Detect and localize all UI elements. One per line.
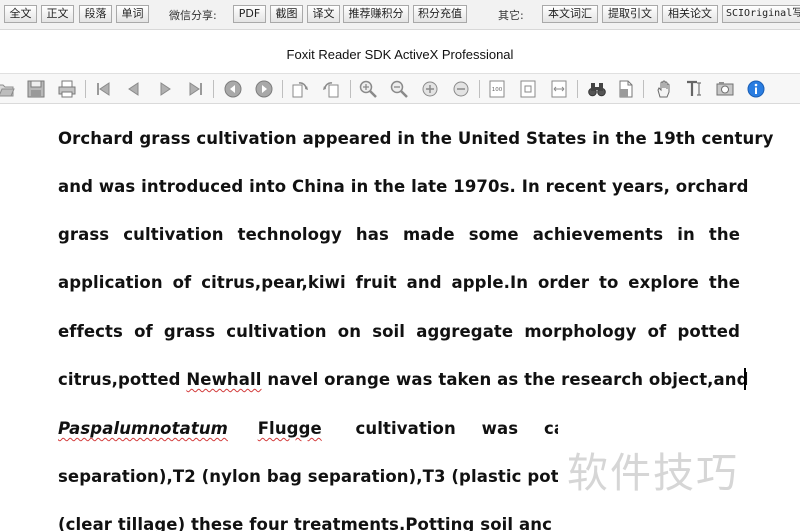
other-label: 其它:	[498, 9, 524, 22]
rotate-right-icon[interactable]	[320, 78, 342, 100]
italic-species-name: Paspalumnotatum	[58, 419, 228, 438]
misspelled-word: Flugge	[257, 419, 322, 438]
toolbar-separator	[643, 80, 644, 98]
text-line: Paspalumnotatum Flugge cultivation was c…	[58, 419, 608, 438]
hand-tool-icon[interactable]	[653, 78, 675, 100]
text-line: (clear tillage) these four treatments.Po…	[58, 515, 552, 531]
text-line: grass cultivation technology has made so…	[58, 225, 740, 244]
extract-citations-button[interactable]: 提取引文	[602, 5, 658, 23]
zoom-out-minus-icon[interactable]	[450, 78, 472, 100]
toolbar-separator	[350, 80, 351, 98]
points-recharge-button[interactable]: 积分充值	[413, 5, 467, 23]
toolbar-separator	[282, 80, 283, 98]
wechat-share-label: 微信分享:	[169, 9, 217, 22]
watermark-text: 软件技巧	[567, 449, 739, 497]
about-icon[interactable]	[745, 78, 767, 100]
viewer-toolbar: 100	[0, 73, 800, 104]
screenshot-button[interactable]: 截图	[270, 5, 303, 23]
body-text-button[interactable]: 正文	[41, 5, 74, 23]
recommend-earn-points-button[interactable]: 推荐赚积分	[343, 5, 409, 23]
zoom-in-icon[interactable]	[357, 78, 379, 100]
full-text-button[interactable]: 全文	[4, 5, 37, 23]
text-select-icon[interactable]	[684, 78, 706, 100]
text-segment: citrus,potted	[58, 370, 187, 389]
previous-page-icon[interactable]	[123, 78, 145, 100]
paragraph-button[interactable]: 段落	[79, 5, 112, 23]
toolbar-separator	[85, 80, 86, 98]
text-line: citrus,potted Newhall navel orange was t…	[58, 370, 748, 389]
fit-page-icon[interactable]	[517, 78, 539, 100]
print-icon[interactable]	[56, 78, 78, 100]
text-segment: navel orange was taken as the research o…	[261, 370, 749, 389]
text-line: Orchard grass cultivation appeared in th…	[58, 129, 774, 148]
toolbar-separator	[577, 80, 578, 98]
rotate-left-icon[interactable]	[289, 78, 311, 100]
snapshot-icon[interactable]	[714, 78, 736, 100]
zoom-in-plus-icon[interactable]	[419, 78, 441, 100]
toolbar-separator	[479, 80, 480, 98]
find-icon[interactable]	[586, 78, 608, 100]
text-line: separation),T2 (nylon bag separation),T3…	[58, 467, 559, 486]
text-line: effects of grass cultivation on soil agg…	[58, 322, 740, 341]
text-line: and was introduced into China in the lat…	[58, 177, 749, 196]
actual-size-icon[interactable]: 100	[486, 78, 508, 100]
article-vocabulary-button[interactable]: 本文词汇	[542, 5, 598, 23]
next-page-icon[interactable]	[154, 78, 176, 100]
open-icon[interactable]	[0, 78, 16, 100]
zoom-out-icon[interactable]	[388, 78, 410, 100]
document-properties-icon[interactable]	[615, 78, 637, 100]
text-caret	[744, 368, 746, 390]
save-icon[interactable]	[25, 78, 47, 100]
sci-original-button[interactable]: SCIOriginal写	[722, 5, 800, 23]
last-page-icon[interactable]	[185, 78, 207, 100]
misspelled-word: Newhall	[186, 370, 262, 389]
fit-width-icon[interactable]	[548, 78, 570, 100]
window-title: Foxit Reader SDK ActiveX Professional	[286, 47, 514, 62]
toolbar-separator	[213, 80, 214, 98]
text-line: application of citrus,pear,kiwi fruit an…	[58, 273, 740, 292]
pdf-button[interactable]: PDF	[233, 5, 266, 23]
word-button[interactable]: 单词	[116, 5, 149, 23]
related-papers-button[interactable]: 相关论文	[662, 5, 718, 23]
document-view[interactable]: Orchard grass cultivation appeared in th…	[0, 105, 800, 531]
go-forward-icon[interactable]	[253, 78, 275, 100]
go-back-icon[interactable]	[222, 78, 244, 100]
translation-button[interactable]: 译文	[307, 5, 340, 23]
top-menu-bar: 全文 正文 段落 单词 微信分享: PDF 截图 译文 推荐赚积分 积分充值 其…	[0, 0, 800, 30]
first-page-icon[interactable]	[92, 78, 114, 100]
svg-text:100: 100	[492, 87, 503, 93]
